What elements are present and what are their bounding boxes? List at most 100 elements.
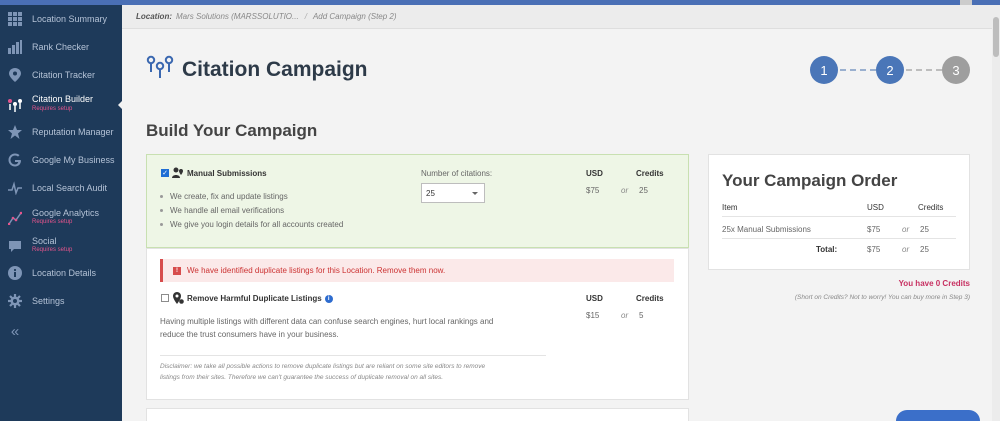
pin-remove-icon bbox=[172, 291, 184, 309]
or-separator: or bbox=[621, 311, 629, 320]
sidebar-item-label: Citation Tracker bbox=[32, 70, 96, 80]
person-pin-icon bbox=[172, 166, 184, 184]
sidebar-item-label: Google My Business bbox=[32, 155, 115, 165]
sidebar-item-citation-tracker[interactable]: Citation Tracker bbox=[0, 62, 122, 88]
order-col-credits: Credits bbox=[918, 203, 944, 212]
bar-chart-icon bbox=[7, 39, 23, 55]
or-separator: or bbox=[902, 225, 910, 234]
order-row-usd: $75 bbox=[867, 225, 881, 234]
double-chevron-left-icon: « bbox=[10, 322, 20, 340]
pulse-icon bbox=[7, 180, 23, 196]
scrollbar[interactable] bbox=[992, 5, 1000, 421]
or-separator: or bbox=[621, 186, 629, 195]
sidebar-item-reputation-manager[interactable]: Reputation Manager bbox=[0, 119, 122, 145]
credits-header: Credits bbox=[636, 169, 664, 178]
duplicates-description-line-2: reduce the trust consumers have in your … bbox=[160, 330, 339, 339]
sidebar-item-label: Google Analytics bbox=[32, 208, 100, 218]
credits-header: Credits bbox=[636, 294, 664, 303]
credits-value: 5 bbox=[639, 311, 644, 320]
credits-value: 25 bbox=[639, 186, 648, 195]
duplicate-alert-text: We have identified duplicate listings fo… bbox=[187, 266, 446, 275]
step-1[interactable]: 1 bbox=[810, 56, 838, 84]
breadcrumb-separator: / bbox=[304, 12, 307, 21]
star-icon bbox=[7, 124, 23, 140]
step-connector bbox=[840, 69, 876, 71]
grid-icon bbox=[7, 11, 23, 27]
usd-header: USD bbox=[586, 294, 603, 303]
order-total-usd: $75 bbox=[867, 245, 881, 254]
sidebar-item-settings[interactable]: Settings bbox=[0, 288, 122, 314]
next-option-card bbox=[146, 408, 689, 421]
order-total-credits: 25 bbox=[920, 245, 929, 254]
citation-pins-icon bbox=[146, 54, 174, 85]
disclaimer-line-1: Disclaimer: we take all possible actions… bbox=[160, 363, 486, 370]
list-item: We create, fix and update listings bbox=[160, 189, 343, 203]
caret-down-icon bbox=[472, 192, 478, 195]
sidebar-item-label: Citation Builder bbox=[32, 94, 94, 104]
order-title: Your Campaign Order bbox=[722, 171, 898, 190]
step-3[interactable]: 3 bbox=[942, 56, 970, 84]
sidebar: Location Summary Rank Checker Citation T… bbox=[0, 5, 123, 421]
number-of-citations-select[interactable]: 25 bbox=[421, 183, 485, 203]
remove-duplicates-title-text: Remove Harmful Duplicate Listings bbox=[187, 294, 322, 303]
step-connector bbox=[906, 69, 942, 71]
breadcrumb-current: Add Campaign (Step 2) bbox=[312, 12, 397, 21]
sidebar-item-label: Settings bbox=[32, 296, 65, 306]
chat-bubble-icon bbox=[7, 238, 23, 254]
warning-icon: ! bbox=[173, 266, 181, 275]
info-icon bbox=[7, 265, 23, 281]
usd-header: USD bbox=[586, 169, 603, 178]
divider bbox=[722, 216, 956, 217]
manual-submissions-title: Manual Submissions bbox=[187, 169, 267, 178]
chat-widget-button[interactable] bbox=[896, 410, 980, 421]
sidebar-item-local-search-audit[interactable]: Local Search Audit bbox=[0, 175, 122, 201]
google-icon bbox=[7, 152, 23, 168]
breadcrumb-location-link[interactable]: Mars Solutions (MARSSOLUTIO... bbox=[176, 12, 299, 21]
duplicate-alert: ! We have identified duplicate listings … bbox=[160, 259, 674, 282]
requires-setup-note: Requires setup bbox=[32, 106, 73, 112]
sidebar-item-google-analytics[interactable]: Google Analytics Requires setup bbox=[0, 205, 122, 231]
sidebar-item-label: Local Search Audit bbox=[32, 183, 108, 193]
sidebar-item-google-my-business[interactable]: Google My Business bbox=[0, 147, 122, 173]
breadcrumb: Location: Mars Solutions (MARSSOLUTIO...… bbox=[122, 5, 992, 29]
scrollbar-thumb[interactable] bbox=[993, 17, 999, 57]
sidebar-item-label: Location Summary bbox=[32, 14, 108, 24]
step-2[interactable]: 2 bbox=[876, 56, 904, 84]
sidebar-collapse-button[interactable]: « bbox=[0, 318, 122, 344]
remove-duplicates-title: Remove Harmful Duplicate Listings i bbox=[187, 294, 333, 303]
sidebar-item-location-details[interactable]: Location Details bbox=[0, 260, 122, 286]
gear-icon bbox=[7, 293, 23, 309]
list-item: We handle all email verifications bbox=[160, 203, 343, 217]
list-item: We give you login details for all accoun… bbox=[160, 217, 343, 231]
disclaimer-line-2: listings from their sites. Therefore we … bbox=[160, 374, 444, 381]
info-icon[interactable]: i bbox=[324, 295, 333, 303]
divider bbox=[722, 238, 956, 239]
multi-pin-icon bbox=[7, 97, 23, 113]
credits-note: (Short on Credits? Not to worry! You can… bbox=[794, 294, 970, 301]
requires-setup-note: Requires setup bbox=[32, 219, 73, 225]
sidebar-item-social[interactable]: Social Requires setup bbox=[0, 233, 122, 259]
page-title: Citation Campaign bbox=[182, 57, 368, 81]
remove-duplicates-checkbox[interactable] bbox=[161, 294, 169, 302]
order-row-item: 25x Manual Submissions bbox=[722, 225, 811, 234]
analytics-icon bbox=[7, 210, 23, 226]
manual-submissions-checkbox[interactable]: ✓ bbox=[161, 169, 169, 177]
usd-value: $75 bbox=[586, 186, 600, 195]
page-header: Citation Campaign bbox=[146, 54, 368, 85]
sidebar-item-label: Social bbox=[32, 236, 57, 246]
sidebar-item-label: Rank Checker bbox=[32, 42, 90, 52]
order-total-label: Total: bbox=[816, 245, 838, 254]
section-title: Build Your Campaign bbox=[146, 121, 318, 140]
sidebar-item-citation-builder[interactable]: Citation Builder Requires setup bbox=[0, 92, 123, 118]
number-of-citations-label: Number of citations: bbox=[421, 169, 493, 178]
order-col-usd: USD bbox=[867, 203, 884, 212]
sidebar-item-rank-checker[interactable]: Rank Checker bbox=[0, 34, 122, 60]
order-row-credits: 25 bbox=[920, 225, 929, 234]
breadcrumb-label: Location: bbox=[136, 12, 172, 21]
or-separator: or bbox=[902, 245, 910, 254]
manual-submissions-features: We create, fix and update listings We ha… bbox=[160, 189, 343, 231]
requires-setup-note: Requires setup bbox=[32, 247, 73, 253]
divider bbox=[160, 355, 546, 356]
sidebar-item-location-summary[interactable]: Location Summary bbox=[0, 6, 122, 32]
duplicates-description-line-1: Having multiple listings with different … bbox=[160, 317, 494, 326]
